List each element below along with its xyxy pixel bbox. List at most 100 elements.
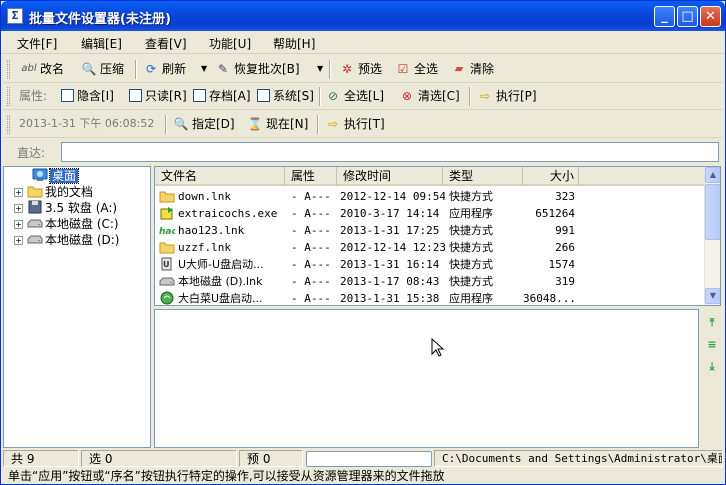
toolbar-separator [165,115,167,134]
arrow-right-icon: ⇨ [479,89,491,103]
toolbar-separator [319,87,321,106]
folder-icon [159,240,175,254]
table-row[interactable]: haohao123.lnk - A--- 2013-1-31 17:25 快捷方… [155,222,706,239]
tree-item-floppy[interactable]: +3.5 软盘 (A:) [14,200,117,216]
file-list: 文件名 属性 修改时间 类型 大小 down.lnk - A--- 2012-1… [154,166,721,306]
time-toolbar: 2013-1-31 下午 06:08:52 🔍 指定[D] ⌛ 现在[N] ⇨ 执行[… [3,111,723,138]
menu-edit[interactable]: 编辑[E] [81,35,122,52]
hidden-checkbox[interactable]: 隐含[I] [61,88,114,106]
expand-icon[interactable]: + [14,204,23,213]
search-icon: 🔍 [173,117,189,131]
drive-icon [27,232,43,246]
system-checkbox[interactable]: 系统[S] [257,88,314,106]
menu-help[interactable]: 帮助[H] [273,35,315,52]
address-bar: 直达: [3,139,723,165]
move-middle-icon[interactable]: ≡ [705,339,719,351]
toolbar-separator [469,87,471,106]
preselect-icon: ✲ [341,62,353,76]
column-header-name[interactable]: 文件名 [155,167,285,186]
vertical-scrollbar[interactable]: ▲ ▼ [704,167,720,305]
address-input[interactable] [61,142,719,162]
refresh-button[interactable]: ⟳ 刷新 [143,61,186,79]
archive-checkbox[interactable]: 存档[A] [193,88,251,106]
menu-view[interactable]: 查看[V] [145,35,187,52]
refresh-icon: ⟳ [145,62,157,76]
column-header-size[interactable]: 大小 [523,167,579,186]
folder-tree: 桌面 + 我的文档 +3.5 软盘 (A:) + 本地磁盘 (C:) + 本地磁盘 (… [3,166,151,448]
table-row[interactable]: down.lnk - A--- 2012-12-14 09:54 快捷方式 32… [155,188,706,205]
select-all-icon: ⊘ [327,89,339,103]
maximize-button[interactable]: □ [677,6,698,27]
time-execute-button[interactable]: ⇨ 执行[T] [325,116,385,134]
expand-icon[interactable]: + [14,220,23,229]
app-window: Σ 批量文件设置器(未注册) _ □ ✕ 文件[F] 编辑[E] 查看[V] 功… [0,0,726,485]
app-icon: Σ [7,8,23,24]
toolbar-separator [135,60,137,79]
refresh-dropdown-icon[interactable]: ▼ [201,61,207,79]
column-header-mtime[interactable]: 修改时间 [337,167,443,186]
close-button[interactable]: ✕ [700,6,721,27]
column-header-type[interactable]: 类型 [443,167,523,186]
attribute-label: 属性: [19,89,48,103]
toolbar-separator [329,60,331,79]
attr-execute-button[interactable]: ⇨ 执行[P] [477,88,537,106]
clock-icon: ⌛ [247,117,263,131]
drive-icon [27,216,43,230]
tree-item-my-documents[interactable]: + 我的文档 [14,184,93,200]
svg-text:U: U [163,260,170,269]
tree-item-drive-d[interactable]: + 本地磁盘 (D:) [14,232,119,248]
move-top-icon[interactable]: ⤒ [705,317,719,329]
eraser-icon: ▰ [454,62,464,75]
scroll-down-icon[interactable]: ▼ [705,288,720,304]
table-row[interactable]: 本地磁盘 (D).lnk - A--- 2013-1-17 08:43 快捷方式… [155,273,706,290]
tree-item-desktop[interactable]: 桌面 [28,168,80,184]
restore-batch-button[interactable]: ✎ 恢复批次[B] [215,61,300,79]
rename-button[interactable]: abl 改名 [21,61,64,79]
toolbar-grip[interactable] [7,87,10,106]
preselect-button[interactable]: ✲ 预选 [339,61,382,79]
column-header-attr[interactable]: 属性 [285,167,337,186]
table-row[interactable]: U U大师-U盘启动... - A--- 2013-1-31 16:14 快捷方式… [155,256,706,273]
expand-icon[interactable]: + [14,188,23,197]
clear-button[interactable]: ▰ 清除 [451,61,494,79]
floppy-icon [27,200,43,214]
preselect-count: 预 0 [239,450,303,467]
expand-icon[interactable]: + [14,236,23,245]
scroll-thumb[interactable] [705,184,720,240]
drive-icon [159,274,175,288]
datetime-field[interactable]: 2013-1-31 下午 06:08:52 [19,116,154,134]
attr-select-all-button[interactable]: ⊘ 全选[L] [325,88,384,106]
compress-icon: 🔍 [81,62,97,76]
attr-clear-button[interactable]: ⊗ 清选[C] [399,88,460,106]
folder-icon [27,184,43,198]
toolbar-grip[interactable] [7,60,10,79]
move-bottom-icon[interactable]: ⤓ [705,361,719,373]
now-button[interactable]: ⌛ 现在[N] [247,116,309,134]
minimize-button[interactable]: _ [654,6,675,27]
title-bar[interactable]: Σ 批量文件设置器(未注册) _ □ ✕ [1,1,725,31]
toolbar-separator [317,115,319,134]
current-path: C:\Documents and Settings\Administrator\… [434,450,723,467]
exe-icon [159,206,175,220]
table-row[interactable]: 大白菜U盘启动... - A--- 2013-1-31 15:38 应用程序 3… [155,290,706,305]
restore-dropdown-icon[interactable]: ▼ [317,61,323,79]
compress-button[interactable]: 🔍 压缩 [81,61,125,79]
address-label: 直达: [17,146,46,160]
progress-bar [306,451,432,467]
readonly-checkbox[interactable]: 只读[R] [129,88,187,106]
clear-icon: ⊗ [401,89,413,103]
preview-pane[interactable] [154,309,699,448]
folder-icon [159,189,175,203]
menu-function[interactable]: 功能[U] [209,35,251,52]
toolbar-grip[interactable] [7,115,10,134]
table-row[interactable]: extraicochs.exe - A--- 2010-3-17 14:14 应… [155,205,706,222]
specify-button[interactable]: 🔍 指定[D] [173,116,235,134]
window-title: 批量文件设置器(未注册) [29,12,171,27]
select-all-button[interactable]: ☑ 全选 [395,61,438,79]
menu-file[interactable]: 文件[F] [17,35,57,52]
tree-item-drive-c[interactable]: + 本地磁盘 (C:) [14,216,119,232]
svg-text:hao: hao [159,227,175,237]
hint-text: 单击“应用”按钮或“序名”按钮执行特定的操作,可以接受从资源管理器来的文件拖放 [8,469,445,483]
scroll-up-icon[interactable]: ▲ [705,167,720,183]
table-row[interactable]: uzzf.lnk - A--- 2012-12-14 12:23 快捷方式 26… [155,239,706,256]
